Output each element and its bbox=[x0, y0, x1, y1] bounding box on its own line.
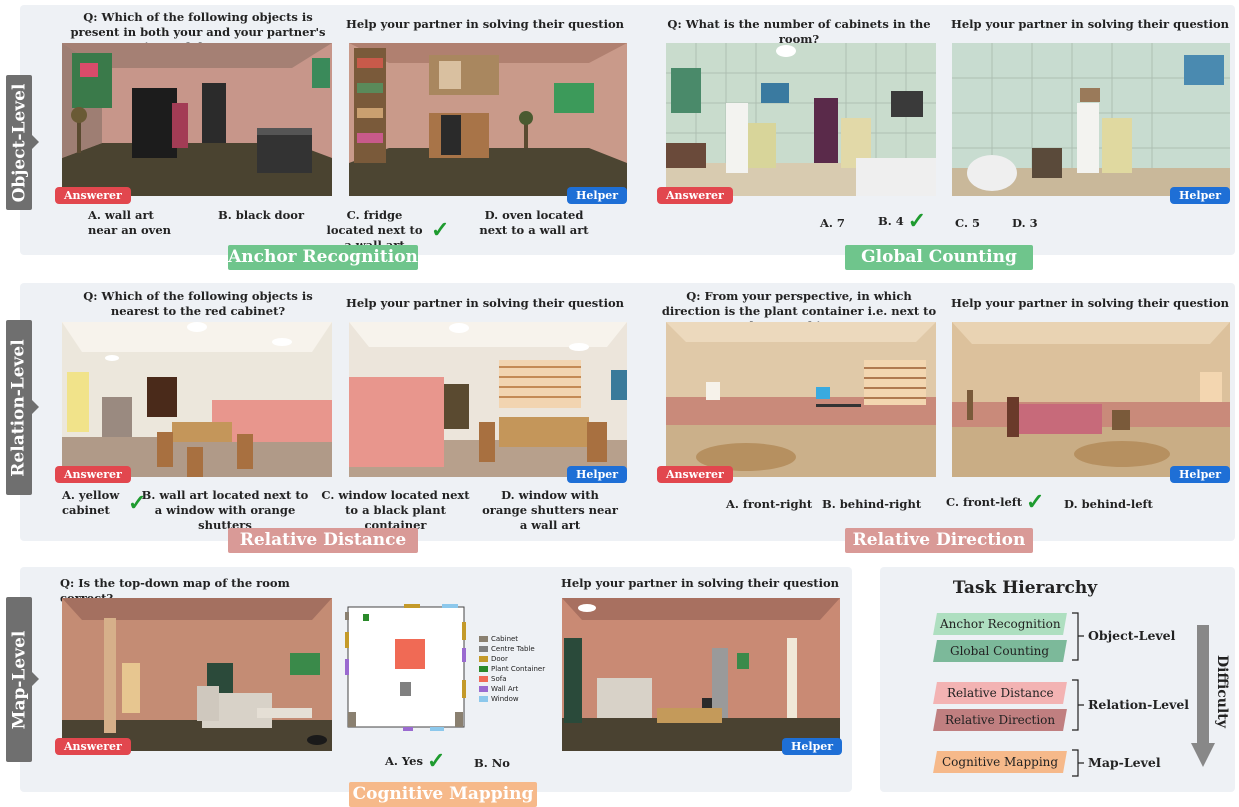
hier-cognitive-mapping: Cognitive Mapping bbox=[933, 751, 1067, 773]
direction-helper-badge: Helper bbox=[1170, 466, 1231, 483]
counting-answerer-view bbox=[666, 43, 936, 196]
direction-option-c: C. front-left bbox=[946, 495, 1023, 509]
difficulty-label: Difficulty bbox=[1214, 655, 1230, 728]
distance-answerer-view bbox=[62, 322, 332, 477]
hier-relative-direction: Relative Direction bbox=[933, 709, 1067, 731]
distance-helper-badge: Helper bbox=[567, 466, 628, 483]
legend-plant-container: Plant Container bbox=[479, 664, 545, 674]
distance-helper-prompt: Help your partner in solving their quest… bbox=[345, 296, 624, 310]
legend-centre-table: Centre Table bbox=[479, 644, 545, 654]
hier-relative-distance: Relative Distance bbox=[933, 682, 1067, 704]
hier-global-counting: Global Counting bbox=[933, 640, 1067, 662]
correct-check-icon: ✓ bbox=[426, 748, 446, 774]
legend-window: Window bbox=[479, 694, 545, 704]
distance-option-c: C. window located next to a black plant … bbox=[321, 488, 470, 532]
mapping-helper-badge: Helper bbox=[782, 738, 843, 755]
distance-option-d: D. window with orange shutters near a wa… bbox=[482, 488, 618, 532]
mapping-option-b: B. No bbox=[474, 756, 510, 770]
counting-helper-badge: Helper bbox=[1170, 187, 1231, 204]
legend-wall-art: Wall Art bbox=[479, 684, 545, 694]
legend-sofa: Sofa bbox=[479, 674, 545, 684]
relative-direction-label: Relative Direction bbox=[845, 528, 1033, 553]
direction-option-a: A. front-right bbox=[726, 497, 813, 511]
direction-option-b: B. behind-right bbox=[822, 497, 922, 511]
direction-answerer-badge: Answerer bbox=[657, 466, 733, 483]
anchor-option-b: B. black door bbox=[218, 208, 305, 222]
counting-helper-prompt: Help your partner in solving their quest… bbox=[950, 17, 1229, 31]
counting-option-c: C. 5 bbox=[955, 216, 980, 230]
map-legend: Cabinet Centre Table Door Plant Containe… bbox=[479, 634, 545, 704]
direction-helper-view bbox=[952, 322, 1230, 477]
anchor-option-a: A. wall art near an oven bbox=[88, 208, 172, 237]
correct-check-icon: ✓ bbox=[431, 217, 450, 243]
direction-option-d: D. behind-left bbox=[1064, 497, 1153, 511]
legend-cabinet: Cabinet bbox=[479, 634, 545, 644]
direction-helper-prompt: Help your partner in solving their quest… bbox=[950, 296, 1229, 310]
counting-option-b-wrap: B. 4 ✓ bbox=[878, 208, 927, 234]
counting-answerer-badge: Answerer bbox=[657, 187, 733, 204]
counting-helper-view bbox=[952, 43, 1230, 196]
object-level-pointer bbox=[32, 135, 39, 149]
hier-group-relation: Relation-Level bbox=[1088, 697, 1190, 712]
object-level-label: Object-Level bbox=[6, 75, 32, 210]
anchor-helper-view bbox=[349, 43, 627, 196]
distance-helper-view bbox=[349, 322, 627, 477]
distance-option-b: B. wall art located next to a window wit… bbox=[141, 488, 309, 532]
mapping-answerer-view bbox=[62, 598, 332, 751]
cognitive-mapping-label: Cognitive Mapping bbox=[349, 782, 537, 807]
relative-distance-label: Relative Distance bbox=[228, 528, 418, 553]
map-level-pointer bbox=[32, 672, 39, 686]
anchor-recognition-label: Anchor Recognition bbox=[228, 245, 418, 270]
distance-option-a: A. yellow cabinet bbox=[62, 488, 120, 517]
mapping-answerer-badge: Answerer bbox=[55, 738, 131, 755]
distance-question: Q: Which of the following objects is nea… bbox=[83, 289, 313, 318]
direction-option-c-wrap: C. front-left ✓ bbox=[946, 489, 1045, 515]
map-level-label: Map-Level bbox=[6, 597, 32, 762]
distance-answerer-badge: Answerer bbox=[55, 466, 131, 483]
anchor-answerer-badge: Answerer bbox=[55, 187, 131, 204]
mapping-helper-prompt: Help your partner in solving their quest… bbox=[560, 576, 839, 590]
mapping-option-a: A. Yes bbox=[385, 754, 423, 768]
mapping-helper-view bbox=[562, 598, 840, 751]
global-counting-label: Global Counting bbox=[845, 245, 1033, 270]
relation-level-pointer bbox=[32, 400, 39, 414]
counting-option-a: A. 7 bbox=[820, 216, 845, 230]
anchor-answerer-view bbox=[62, 43, 332, 196]
correct-check-icon: ✓ bbox=[907, 208, 927, 234]
distance-option-a-wrap: A. yellow cabinet ✓ bbox=[62, 488, 146, 518]
correct-check-icon: ✓ bbox=[1026, 489, 1045, 515]
hier-group-map: Map-Level bbox=[1088, 755, 1161, 770]
hierarchy-brackets bbox=[1072, 612, 1084, 777]
hier-group-object: Object-Level bbox=[1088, 628, 1176, 643]
anchor-helper-badge-visible: Helper bbox=[567, 187, 628, 204]
counting-option-d: D. 3 bbox=[1012, 216, 1038, 230]
legend-door: Door bbox=[479, 654, 545, 664]
top-down-map bbox=[345, 604, 470, 734]
anchor-helper-prompt: Help your partner in solving their quest… bbox=[345, 17, 624, 31]
hierarchy-title: Task Hierarchy bbox=[952, 578, 1098, 598]
anchor-option-d: D. oven located next to a wall art bbox=[479, 208, 589, 237]
hier-anchor-recognition: Anchor Recognition bbox=[933, 613, 1067, 635]
relation-level-label: Relation-Level bbox=[6, 320, 32, 495]
mapping-option-a-wrap: A. Yes ✓ bbox=[385, 748, 446, 774]
direction-answerer-view bbox=[666, 322, 936, 477]
counting-option-b: B. 4 bbox=[878, 214, 904, 228]
